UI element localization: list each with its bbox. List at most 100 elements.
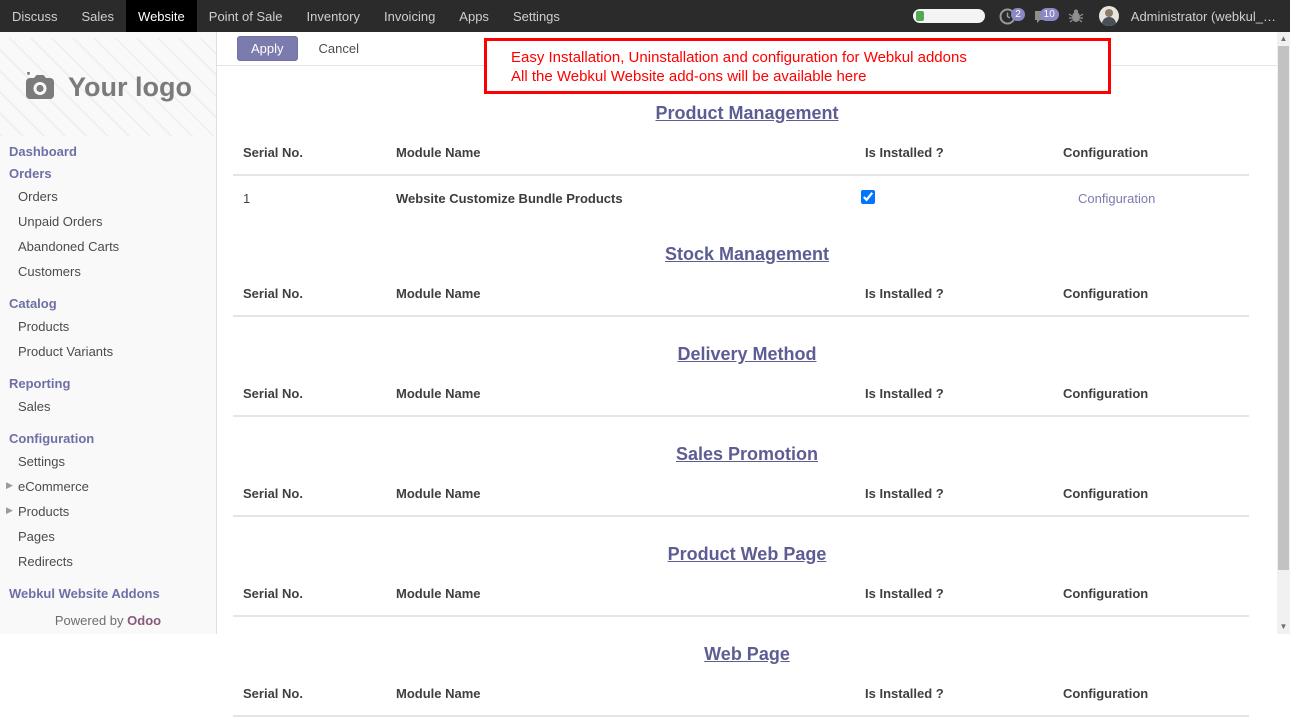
apply-button[interactable]: Apply — [237, 36, 298, 61]
col-is-installed: Is Installed ? — [865, 686, 1063, 701]
table-header-row: Serial No. Module Name Is Installed ? Co… — [233, 265, 1249, 317]
sidebar-section-webkul-website-addons[interactable]: Webkul Website Addons — [0, 582, 216, 604]
col-serial-no: Serial No. — [243, 145, 396, 160]
sidebar-item-label: Products — [18, 504, 69, 519]
sidebar-item-config-products[interactable]: ▶ Products — [0, 499, 216, 524]
col-configuration: Configuration — [1063, 486, 1249, 501]
menu-inventory[interactable]: Inventory — [295, 0, 372, 32]
user-avatar[interactable] — [1099, 6, 1119, 26]
col-serial-no: Serial No. — [243, 686, 396, 701]
activity-count-badge: 2 — [1011, 8, 1025, 21]
col-is-installed: Is Installed ? — [865, 286, 1063, 301]
row-module-name: Website Customize Bundle Products — [396, 191, 865, 206]
installed-checkbox[interactable] — [861, 190, 875, 204]
annotation-line-2: All the Webkul Website add-ons will be a… — [511, 67, 1108, 86]
col-configuration: Configuration — [1063, 586, 1249, 601]
col-is-installed: Is Installed ? — [865, 386, 1063, 401]
powered-by-text: Powered by — [55, 613, 124, 628]
section-product-web-page: Product Web Page Serial No. Module Name … — [217, 544, 1277, 617]
sidebar-section-orders[interactable]: Orders — [0, 162, 216, 184]
debug-bug-icon[interactable] — [1065, 5, 1087, 27]
sidebar-section-configuration[interactable]: Configuration — [0, 427, 216, 449]
user-menu[interactable]: Administrator (webkul_… — [1131, 9, 1276, 24]
section-product-management: Product Management Serial No. Module Nam… — [217, 103, 1277, 217]
menu-apps[interactable]: Apps — [447, 0, 501, 32]
systray: 2 10 Administrator (webkul_… — [913, 5, 1290, 27]
menu-discuss[interactable]: Discuss — [0, 0, 70, 32]
odoo-brand-link[interactable]: Odoo — [127, 613, 161, 628]
table-header-row: Serial No. Module Name Is Installed ? Co… — [233, 124, 1249, 176]
sidebar: Your logo Dashboard Orders Orders Unpaid… — [0, 32, 217, 634]
scrollbar-thumb[interactable] — [1278, 46, 1289, 570]
sidebar-item-abandoned-carts[interactable]: Abandoned Carts — [0, 234, 216, 259]
section-title-link[interactable]: Stock Management — [665, 244, 829, 265]
col-module-name: Module Name — [396, 586, 865, 601]
section-title-link[interactable]: Product Management — [655, 103, 838, 124]
activity-clock-icon[interactable]: 2 — [997, 5, 1019, 27]
sidebar-item-products[interactable]: Products — [0, 314, 216, 339]
sidebar-item-orders[interactable]: Orders — [0, 184, 216, 209]
section-title-link[interactable]: Web Page — [704, 644, 790, 665]
menu-point-of-sale[interactable]: Point of Sale — [197, 0, 295, 32]
sidebar-item-sales[interactable]: Sales — [0, 394, 216, 419]
table-header-row: Serial No. Module Name Is Installed ? Co… — [233, 665, 1249, 717]
row-serial: 1 — [243, 191, 396, 206]
app-menu: Discuss Sales Website Point of Sale Inve… — [0, 0, 572, 32]
messages-bubble-icon[interactable]: 10 — [1031, 5, 1053, 27]
sidebar-item-customers[interactable]: Customers — [0, 259, 216, 284]
col-module-name: Module Name — [396, 686, 865, 701]
progress-fill — [916, 11, 924, 21]
col-module-name: Module Name — [396, 145, 865, 160]
logo-text: Your logo — [68, 72, 192, 103]
menu-sales[interactable]: Sales — [70, 0, 127, 32]
company-logo[interactable]: Your logo — [0, 38, 216, 136]
section-title-link[interactable]: Delivery Method — [677, 344, 816, 365]
menu-settings[interactable]: Settings — [501, 0, 572, 32]
sidebar-item-ecommerce[interactable]: ▶ eCommerce — [0, 474, 216, 499]
col-is-installed: Is Installed ? — [865, 586, 1063, 601]
chevron-right-icon: ▶ — [6, 505, 13, 516]
sidebar-item-dashboard[interactable]: Dashboard — [0, 140, 216, 162]
sidebar-section-reporting[interactable]: Reporting — [0, 372, 216, 394]
scroll-up-arrow-icon[interactable]: ▲ — [1277, 32, 1290, 46]
chevron-right-icon: ▶ — [6, 480, 13, 491]
col-configuration: Configuration — [1063, 386, 1249, 401]
table-header-row: Serial No. Module Name Is Installed ? Co… — [233, 365, 1249, 417]
col-configuration: Configuration — [1063, 686, 1249, 701]
col-serial-no: Serial No. — [243, 586, 396, 601]
sidebar-item-label: eCommerce — [18, 479, 89, 494]
sidebar-item-redirects[interactable]: Redirects — [0, 549, 216, 574]
col-serial-no: Serial No. — [243, 386, 396, 401]
col-module-name: Module Name — [396, 486, 865, 501]
annotation-line-1: Easy Installation, Uninstallation and co… — [511, 48, 1108, 67]
usage-progress-bar — [913, 9, 985, 23]
configuration-link[interactable]: Configuration — [1078, 191, 1155, 206]
col-is-installed: Is Installed ? — [865, 486, 1063, 501]
sidebar-item-settings[interactable]: Settings — [0, 449, 216, 474]
sidebar-item-pages[interactable]: Pages — [0, 524, 216, 549]
sidebar-section-catalog[interactable]: Catalog — [0, 292, 216, 314]
sidebar-item-unpaid-orders[interactable]: Unpaid Orders — [0, 209, 216, 234]
top-navbar: Discuss Sales Website Point of Sale Inve… — [0, 0, 1290, 32]
section-stock-management: Stock Management Serial No. Module Name … — [217, 244, 1277, 317]
col-is-installed: Is Installed ? — [865, 145, 1063, 160]
col-configuration: Configuration — [1063, 145, 1249, 160]
powered-by-odoo: Powered by Odoo — [0, 613, 216, 628]
menu-website[interactable]: Website — [126, 0, 197, 32]
cancel-button[interactable]: Cancel — [315, 36, 363, 61]
camera-icon — [24, 72, 58, 102]
table-row: 1 Website Customize Bundle Products Conf… — [233, 176, 1249, 217]
sidebar-item-product-variants[interactable]: Product Variants — [0, 339, 216, 364]
table-header-row: Serial No. Module Name Is Installed ? Co… — [233, 565, 1249, 617]
section-delivery-method: Delivery Method Serial No. Module Name I… — [217, 344, 1277, 417]
scroll-down-arrow-icon[interactable]: ▼ — [1277, 620, 1290, 634]
table-header-row: Serial No. Module Name Is Installed ? Co… — [233, 465, 1249, 517]
col-module-name: Module Name — [396, 286, 865, 301]
col-serial-no: Serial No. — [243, 286, 396, 301]
section-title-link[interactable]: Product Web Page — [668, 544, 827, 565]
col-configuration: Configuration — [1063, 286, 1249, 301]
menu-invoicing[interactable]: Invoicing — [372, 0, 447, 32]
section-sales-promotion: Sales Promotion Serial No. Module Name I… — [217, 444, 1277, 517]
vertical-scrollbar[interactable]: ▲ ▼ — [1277, 32, 1290, 634]
section-title-link[interactable]: Sales Promotion — [676, 444, 818, 465]
